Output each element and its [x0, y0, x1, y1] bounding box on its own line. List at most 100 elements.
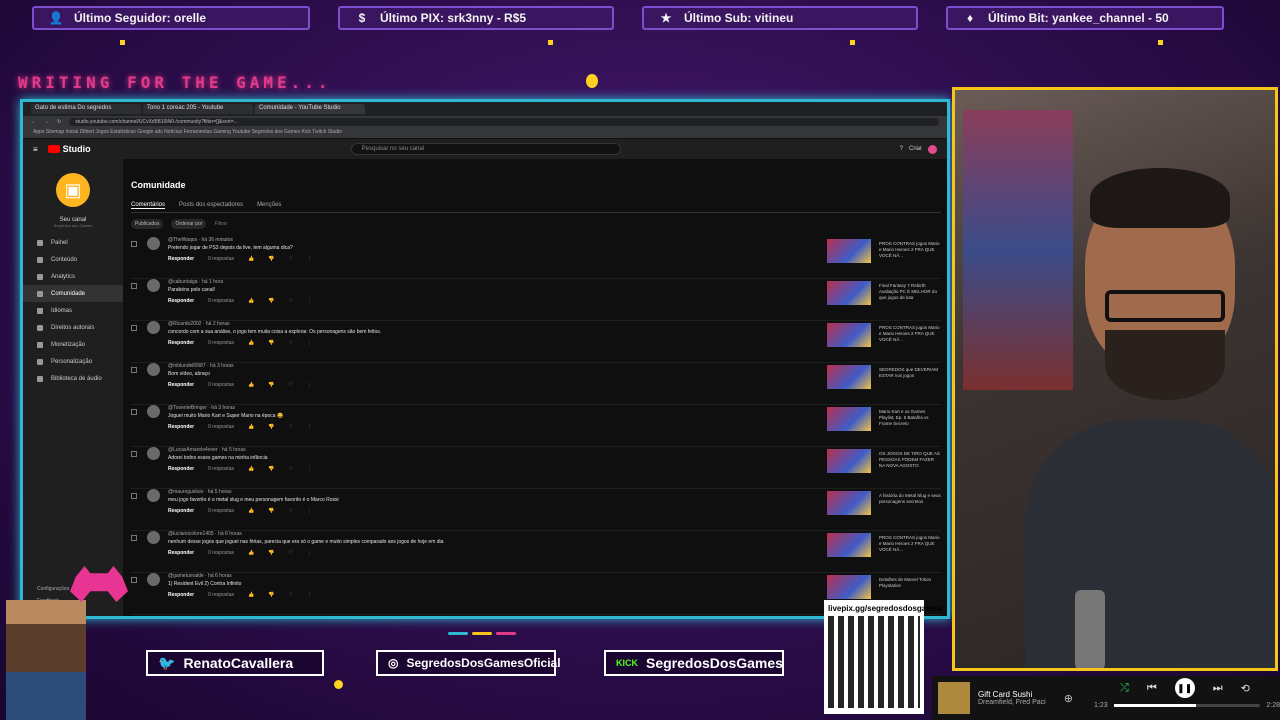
more-icon[interactable]: ⋮ — [307, 340, 312, 346]
comment-author[interactable]: @LucasAmarelo4ever · há 5 horas — [168, 447, 941, 453]
reply-button[interactable]: Responder — [168, 424, 194, 430]
heart-icon[interactable]: ♡ — [288, 508, 292, 514]
heart-icon[interactable]: ♡ — [288, 298, 292, 304]
video-thumbnail[interactable] — [827, 239, 871, 263]
channel-avatar[interactable]: ▣ — [56, 173, 90, 207]
more-icon[interactable]: ⋮ — [307, 592, 312, 598]
sidebar-item-personalizacao[interactable]: Personalização — [23, 353, 123, 370]
video-title[interactable]: A história do Metal Slug e seus personag… — [879, 493, 941, 505]
browser-tab[interactable]: Tono 1 coreac 205 - Youtube — [143, 104, 253, 114]
sidebar-item-biblioteca[interactable]: Biblioteca de áudio — [23, 370, 123, 387]
reply-button[interactable]: Responder — [168, 592, 194, 598]
more-icon[interactable]: ⋮ — [307, 382, 312, 388]
tab-comentarios[interactable]: Comentários — [131, 202, 166, 209]
replies-dropdown[interactable]: 0 respostas — [208, 466, 234, 472]
replies-dropdown[interactable]: 0 respostas — [208, 382, 234, 388]
video-title[interactable]: Mario Kart e os Games Playlist, Ep. 5 Ba… — [879, 409, 941, 427]
add-icon[interactable]: ⊕ — [1064, 692, 1073, 705]
forward-icon[interactable]: → — [44, 119, 49, 125]
replies-dropdown[interactable]: 0 respostas — [208, 424, 234, 430]
video-title[interactable]: PROS CONTRAS jogos Mario e Mario Heroes … — [879, 535, 941, 553]
reply-button[interactable]: Responder — [168, 508, 194, 514]
previous-icon[interactable]: ⏮ — [1147, 682, 1157, 695]
video-title[interactable]: OS JOGOS DE TIRO QUE AS PESSOAS PODEM FA… — [879, 451, 941, 469]
comment-checkbox[interactable] — [131, 451, 137, 457]
replies-dropdown[interactable]: 0 respostas — [208, 340, 234, 346]
comment-author[interactable]: @mblundell0987 · há 3 horas — [168, 363, 941, 369]
comment-checkbox[interactable] — [131, 409, 137, 415]
studio-logo[interactable]: Studio — [47, 144, 91, 154]
browser-tab[interactable]: Gato de estima Do segredos — [31, 104, 141, 114]
video-thumbnail[interactable] — [827, 491, 871, 515]
commenter-avatar[interactable] — [147, 237, 160, 250]
reply-button[interactable]: Responder — [168, 466, 194, 472]
video-thumbnail[interactable] — [827, 407, 871, 431]
comment-author[interactable]: @gameturnalde · há 6 horas — [168, 573, 941, 579]
video-thumbnail[interactable] — [827, 365, 871, 389]
commenter-avatar[interactable] — [147, 531, 160, 544]
sidebar-item-comunidade[interactable]: Comunidade — [23, 285, 123, 302]
sidebar-item-analytics[interactable]: Analytics — [23, 268, 123, 285]
replies-dropdown[interactable]: 0 respostas — [208, 256, 234, 262]
like-icon[interactable]: 👍 — [248, 592, 254, 598]
replies-dropdown[interactable]: 0 respostas — [208, 592, 234, 598]
comment-checkbox[interactable] — [131, 283, 137, 289]
settings-link[interactable]: Configurações — [37, 586, 69, 592]
bookmarks-bar[interactable]: Apps Sitemap Inicial Dilbert Jogos Estat… — [23, 128, 947, 139]
like-icon[interactable]: 👍 — [248, 256, 254, 262]
dislike-icon[interactable]: 👎 — [268, 424, 274, 430]
heart-icon[interactable]: ♡ — [288, 340, 292, 346]
sidebar-item-painel[interactable]: Painel — [23, 234, 123, 251]
heart-icon[interactable]: ♡ — [288, 550, 292, 556]
comment-checkbox[interactable] — [131, 577, 137, 583]
heart-icon[interactable]: ♡ — [288, 256, 292, 262]
like-icon[interactable]: 👍 — [248, 508, 254, 514]
reply-button[interactable]: Responder — [168, 256, 194, 262]
comment-checkbox[interactable] — [131, 367, 137, 373]
comment-author[interactable]: @cabuntaiga · há 1 hora — [168, 279, 941, 285]
commenter-avatar[interactable] — [147, 573, 160, 586]
comment-author[interactable]: @TheWaqos · há 36 minutos — [168, 237, 941, 243]
commenter-avatar[interactable] — [147, 363, 160, 376]
video-title[interactable]: Final Fantasy 7 Rebirth Avaliação PC É M… — [879, 283, 941, 301]
reply-button[interactable]: Responder — [168, 550, 194, 556]
dislike-icon[interactable]: 👎 — [268, 508, 274, 514]
commenter-avatar[interactable] — [147, 279, 160, 292]
more-icon[interactable]: ⋮ — [307, 466, 312, 472]
dislike-icon[interactable]: 👎 — [268, 466, 274, 472]
shuffle-icon[interactable]: ⤮ — [1120, 682, 1129, 695]
like-icon[interactable]: 👍 — [248, 466, 254, 472]
more-icon[interactable]: ⋮ — [307, 550, 312, 556]
back-icon[interactable]: ← — [31, 119, 36, 125]
more-icon[interactable]: ⋮ — [307, 508, 312, 514]
pause-button[interactable]: ❚❚ — [1174, 678, 1195, 698]
next-icon[interactable]: ⏭ — [1213, 682, 1223, 695]
dislike-icon[interactable]: 👎 — [268, 592, 274, 598]
like-icon[interactable]: 👍 — [248, 340, 254, 346]
like-icon[interactable]: 👍 — [248, 550, 254, 556]
video-title[interactable]: PROS CONTRAS jogos Mario e Mario Heroes … — [879, 241, 941, 259]
video-thumbnail[interactable] — [827, 449, 871, 473]
tab-mencoes[interactable]: Menções — [257, 202, 281, 209]
commenter-avatar[interactable] — [147, 447, 160, 460]
more-icon[interactable]: ⋮ — [307, 298, 312, 304]
like-icon[interactable]: 👍 — [248, 298, 254, 304]
comment-author[interactable]: @mauroguiduio · há 5 horas — [168, 489, 941, 495]
create-button[interactable]: Criar — [909, 146, 922, 152]
reload-icon[interactable]: ↻ — [57, 119, 61, 125]
url-field[interactable]: studio.youtube.com/channel/UCvXd5B10iN0-… — [69, 118, 939, 126]
more-icon[interactable]: ⋮ — [307, 424, 312, 430]
heart-icon[interactable]: ♡ — [288, 592, 292, 598]
dislike-icon[interactable]: 👎 — [268, 382, 274, 388]
heart-icon[interactable]: ♡ — [288, 466, 292, 472]
sort-dropdown[interactable]: Ordenar por — [171, 219, 207, 229]
commenter-avatar[interactable] — [147, 489, 160, 502]
like-icon[interactable]: 👍 — [248, 382, 254, 388]
reply-button[interactable]: Responder — [168, 382, 194, 388]
video-thumbnail[interactable] — [827, 281, 871, 305]
replies-dropdown[interactable]: 0 respostas — [208, 550, 234, 556]
video-thumbnail[interactable] — [827, 575, 871, 599]
comment-checkbox[interactable] — [131, 325, 137, 331]
comment-checkbox[interactable] — [131, 493, 137, 499]
dislike-icon[interactable]: 👎 — [268, 256, 274, 262]
